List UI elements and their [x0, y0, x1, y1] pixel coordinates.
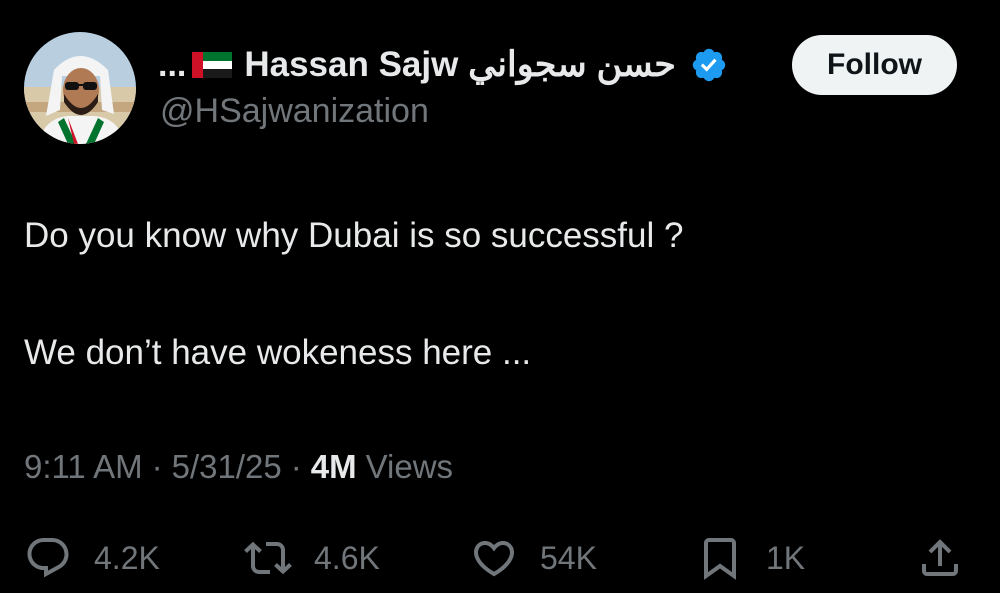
repost-icon	[244, 541, 292, 575]
repost-button[interactable]: 4.6K	[244, 528, 380, 588]
bookmark-button[interactable]: 1K	[696, 528, 805, 588]
views-count: 4M	[310, 448, 357, 485]
action-bar: 4.2K 4.6K 54K 1K	[0, 528, 1000, 588]
author-display-name[interactable]: Hassan Sajw حسن سجواني	[244, 45, 676, 85]
tweet-time[interactable]: 9:11 AM	[24, 448, 143, 486]
views-label: Views	[365, 448, 454, 485]
tweet-text-line-2: We don’t have wokeness here ...	[24, 333, 532, 372]
like-button[interactable]: 54K	[470, 528, 597, 588]
share-icon	[922, 539, 958, 576]
tweet-date[interactable]: 5/31/25	[172, 448, 282, 486]
repost-count: 4.6K	[314, 539, 380, 576]
bookmark-icon	[704, 538, 736, 580]
reply-button[interactable]: 4.2K	[24, 528, 160, 588]
name-ellipsis: ...	[158, 45, 187, 84]
share-button[interactable]	[916, 528, 964, 588]
meta-separator: ·	[151, 448, 163, 485]
bookmark-count: 1K	[766, 539, 806, 576]
tweet-meta: 9:11 AM · 5/31/25 · 4M Views	[24, 448, 453, 486]
verified-badge-icon	[692, 48, 726, 82]
follow-button[interactable]: Follow	[792, 35, 957, 95]
meta-separator: ·	[290, 448, 302, 485]
heart-icon	[473, 541, 515, 577]
author-name-row[interactable]: ... Hassan Sajw حسن سجواني	[158, 40, 728, 90]
avatar[interactable]	[24, 32, 136, 144]
tweet-text-line-1: Do you know why Dubai is so successful ?	[24, 216, 684, 255]
like-count: 54K	[540, 539, 597, 576]
avatar-image	[24, 32, 136, 144]
reply-icon	[27, 538, 69, 578]
uae-flag-icon	[192, 52, 233, 78]
author-handle[interactable]: @HSajwanization	[160, 92, 429, 131]
reply-count: 4.2K	[94, 539, 160, 576]
